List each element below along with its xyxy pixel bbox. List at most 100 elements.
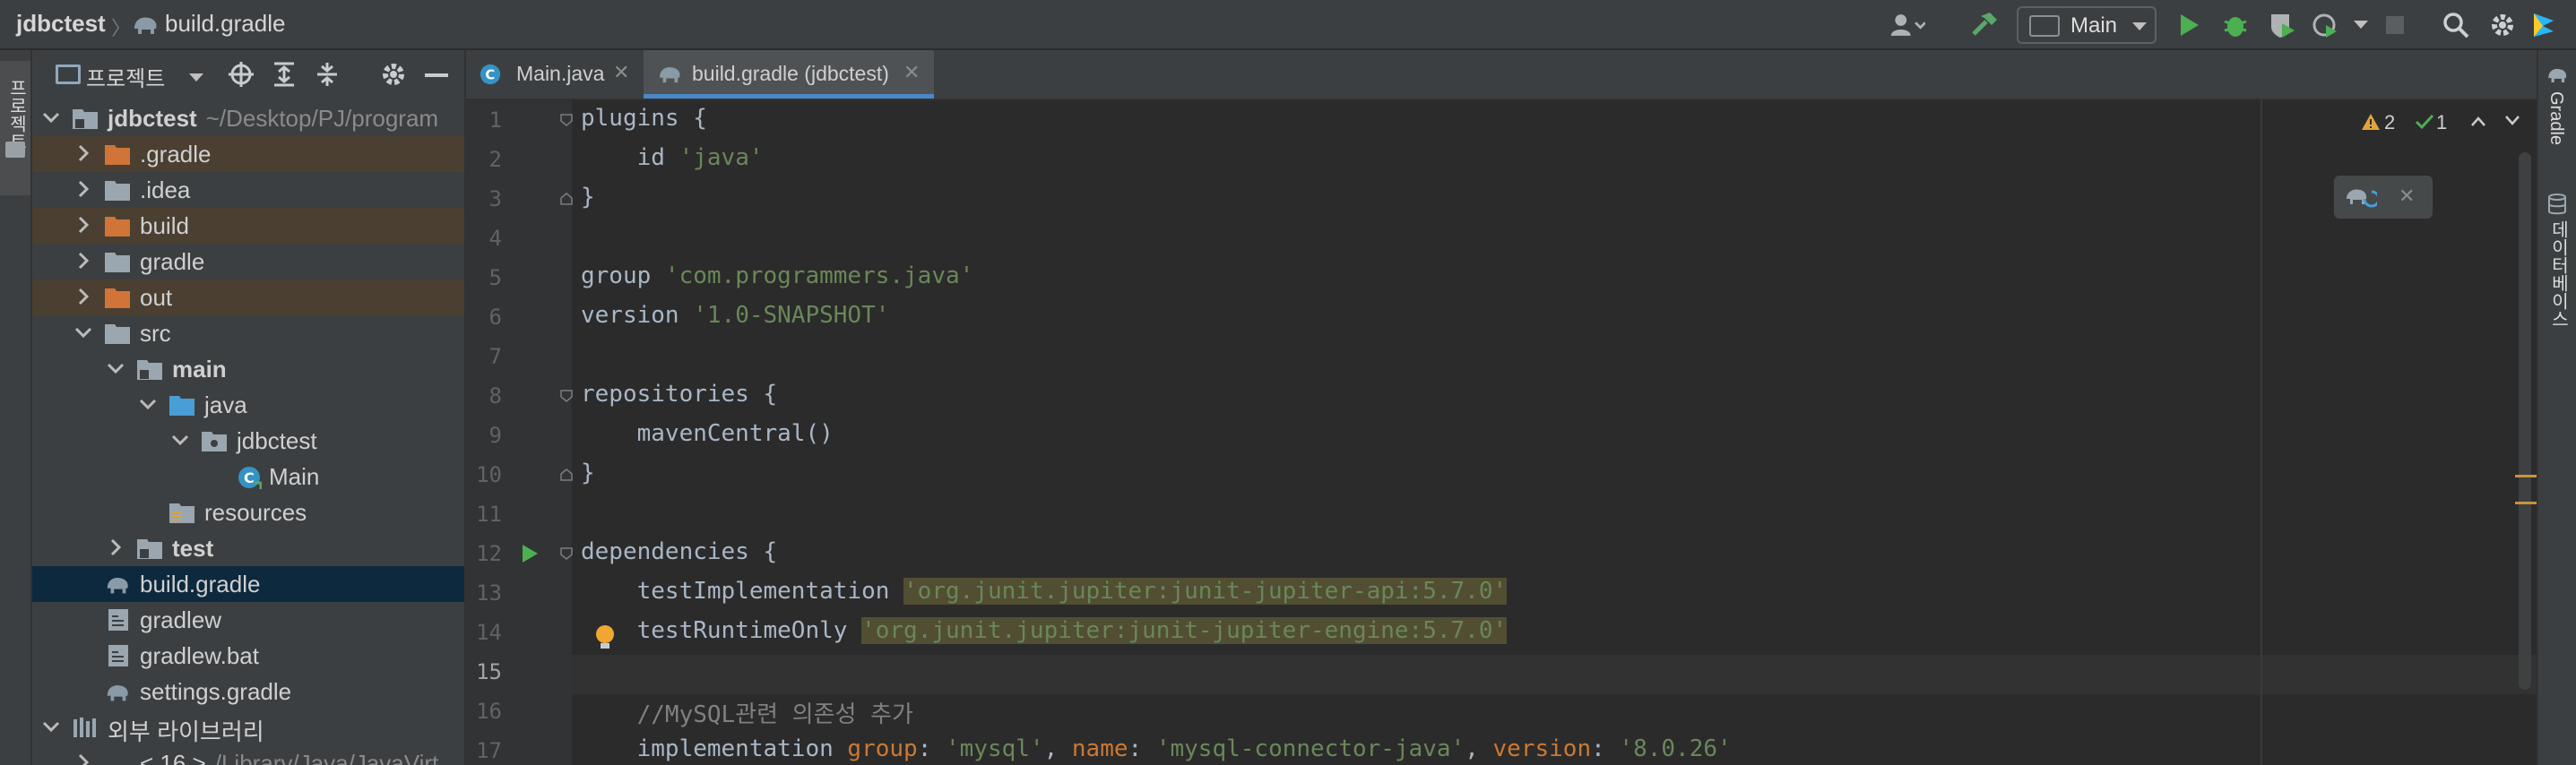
- debug-icon[interactable]: [2217, 7, 2253, 43]
- tree-row-out[interactable]: out: [32, 279, 464, 315]
- gradle-elephant-icon: [131, 13, 160, 36]
- tree-row-package[interactable]: jdbctest: [32, 423, 464, 459]
- error-stripe-marker[interactable]: [2515, 475, 2537, 477]
- tab-label: Main.java: [516, 62, 605, 85]
- editor-scrollbar[interactable]: [2519, 152, 2531, 690]
- close-popup-icon[interactable]: ✕: [2399, 185, 2415, 208]
- tree-row-gradle[interactable]: gradle: [32, 244, 464, 279]
- user-icon[interactable]: [1889, 7, 1925, 43]
- tree-row-main[interactable]: main: [32, 351, 464, 387]
- gradle-elephant-icon: [107, 684, 128, 701]
- line-number: 3: [488, 186, 502, 211]
- resources-folder-icon: [169, 503, 194, 523]
- close-tab-icon[interactable]: ✕: [613, 61, 629, 84]
- code-line: implementation group: 'mysql', name: 'my…: [581, 735, 1732, 762]
- right-tool-window-stripe: Gradle 데이터베이스: [2537, 50, 2576, 765]
- view-chevron-down-icon[interactable]: [188, 72, 204, 88]
- line-number: 8: [488, 383, 502, 408]
- navigation-bar: jdbctest 〉 build.gradle Main: [0, 0, 2576, 50]
- stop-icon[interactable]: [2377, 7, 2413, 43]
- hide-panel-icon[interactable]: [425, 73, 448, 77]
- breadcrumb-file[interactable]: build.gradle: [165, 10, 285, 38]
- tree-label: gradlew: [140, 606, 222, 633]
- collapse-all-icon[interactable]: [314, 61, 341, 92]
- jetbrains-toolbox-icon[interactable]: [2526, 7, 2562, 43]
- options-gear-icon[interactable]: [380, 61, 407, 92]
- tree-row-test[interactable]: test: [32, 530, 464, 566]
- gradle-elephant-icon: [659, 67, 680, 83]
- gradle-elephant-icon: [107, 577, 128, 594]
- tree-row-build-gradle[interactable]: build.gradle: [32, 566, 464, 602]
- tree-row-idea[interactable]: .idea: [32, 172, 464, 208]
- breadcrumb-separator-icon: 〉: [111, 17, 132, 39]
- database-icon: [2548, 193, 2566, 215]
- code-line: testRuntimeOnly 'org.junit.jupiter:junit…: [581, 617, 1508, 644]
- tree-row-gradle-dir[interactable]: .gradle: [32, 136, 464, 172]
- fold-marker-icon[interactable]: [560, 390, 573, 402]
- tree-label: settings.gradle: [140, 678, 292, 705]
- breadcrumb-project[interactable]: jdbctest: [16, 10, 106, 38]
- tab-label: build.gradle (jdbctest): [692, 62, 889, 85]
- run-gradle-task-icon[interactable]: [520, 543, 540, 564]
- tree-row-src[interactable]: src: [32, 315, 464, 351]
- chevron-down-icon: [2131, 21, 2148, 37]
- tree-row-external-libraries[interactable]: 외부 라이브러리: [32, 709, 464, 745]
- reload-gradle-icon[interactable]: [2345, 185, 2377, 210]
- tab-main-java[interactable]: C Main.java ✕: [466, 50, 640, 99]
- previous-highlight-icon[interactable]: [2470, 115, 2486, 127]
- tree-row-jdk[interactable]: < 16 >/Library/Java/JavaVirt: [32, 745, 464, 765]
- line-number: 5: [488, 265, 502, 290]
- tree-row-gradlew-bat[interactable]: gradlew.bat: [32, 638, 464, 674]
- more-run-chevron-down-icon[interactable]: [2343, 7, 2379, 43]
- editor-tab-bar: C Main.java ✕ build.gradle (jdbctest) ✕: [466, 50, 2537, 100]
- tree-row-gradlew[interactable]: gradlew: [32, 602, 464, 638]
- folder-icon: [105, 324, 130, 344]
- project-view-label[interactable]: 프로젝트: [86, 61, 165, 92]
- gradle-reload-popup: ✕: [2334, 176, 2433, 219]
- tree-row-java[interactable]: java: [32, 387, 464, 423]
- tree-row-build[interactable]: build: [32, 208, 464, 244]
- line-number: 10: [476, 462, 502, 487]
- tree-label: Main: [269, 463, 320, 490]
- tree-row-settings-gradle[interactable]: settings.gradle: [32, 674, 464, 709]
- profile-icon[interactable]: [2309, 7, 2345, 43]
- tree-label: src: [140, 320, 171, 347]
- tree-row-project-root[interactable]: jdbctest ~/Desktop/PJ/program: [32, 100, 464, 136]
- line-number: 15: [476, 659, 502, 684]
- tree-label: jdbctest: [237, 427, 317, 454]
- tree-label: gradlew.bat: [140, 642, 259, 669]
- project-tool-window-tab[interactable]: 프로젝트: [0, 61, 30, 195]
- build-hammer-icon[interactable]: [1967, 7, 2002, 43]
- next-highlight-icon[interactable]: [2504, 115, 2520, 127]
- close-tab-icon[interactable]: ✕: [903, 61, 920, 84]
- settings-gear-icon[interactable]: [2485, 7, 2520, 43]
- warning-count: 2: [2384, 111, 2396, 133]
- fold-end-marker-icon[interactable]: [560, 468, 573, 481]
- coverage-icon[interactable]: [2264, 7, 2300, 43]
- code-line: dependencies {: [581, 538, 778, 565]
- tree-label: build.gradle: [140, 571, 261, 597]
- line-number: 13: [476, 580, 502, 606]
- fold-end-marker-icon[interactable]: [560, 193, 573, 205]
- error-stripe-marker[interactable]: [2515, 502, 2537, 504]
- libraries-icon: [73, 718, 96, 737]
- run-configuration-select[interactable]: Main: [2017, 6, 2157, 44]
- module-folder-icon: [137, 360, 162, 380]
- expand-all-icon[interactable]: [271, 61, 298, 92]
- tab-build-gradle[interactable]: build.gradle (jdbctest) ✕: [644, 50, 934, 99]
- tree-label: .gradle: [140, 141, 212, 168]
- folder-icon: [105, 253, 130, 272]
- file-icon: [108, 645, 128, 666]
- fold-marker-icon[interactable]: [560, 547, 573, 560]
- active-tab-indicator: [644, 94, 934, 99]
- code-line: mavenCentral(): [581, 420, 834, 447]
- tree-row-main-class[interactable]: C Main: [32, 459, 464, 494]
- database-tool-window-tab[interactable]: 데이터베이스: [2538, 193, 2574, 391]
- search-icon[interactable]: [2438, 7, 2474, 43]
- tree-row-resources[interactable]: resources: [32, 494, 464, 530]
- left-tool-window-stripe: 프로젝트: [0, 50, 32, 765]
- inspection-widget[interactable]: 2 1: [2361, 109, 2522, 136]
- fold-marker-icon[interactable]: [560, 114, 573, 126]
- run-icon[interactable]: [2171, 7, 2207, 43]
- locate-file-icon[interactable]: [228, 61, 255, 92]
